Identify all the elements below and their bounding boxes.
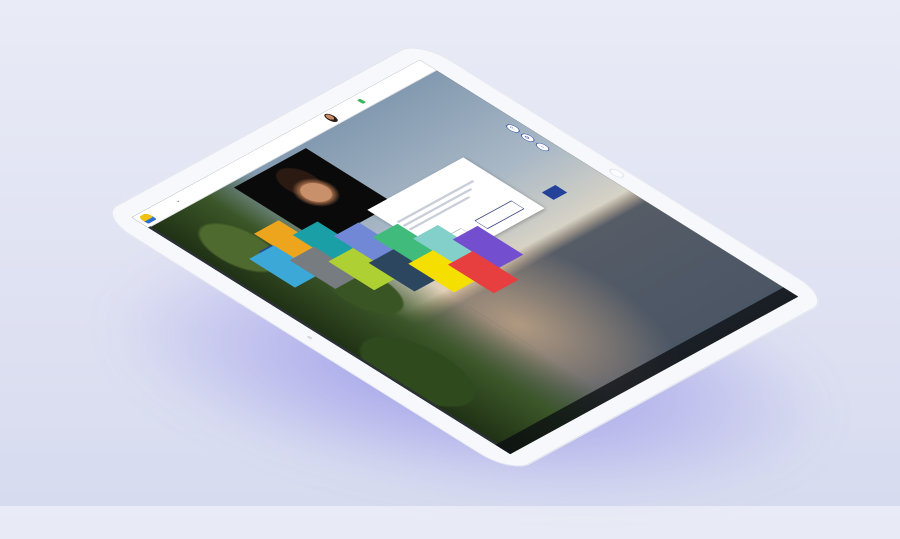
home-button[interactable] <box>606 167 627 180</box>
front-camera <box>306 335 314 340</box>
avatar <box>321 112 341 124</box>
text-line <box>402 188 473 227</box>
chevron-down-icon[interactable]: ⌄ <box>172 197 183 204</box>
status-badge <box>356 98 367 104</box>
tablet-screen: ⌄ ? ⚙ i <box>131 59 799 455</box>
tablet-device: ⌄ ? ⚙ i <box>98 40 833 474</box>
app-logo[interactable] <box>137 212 158 224</box>
scene: ⌄ ? ⚙ i <box>0 0 900 506</box>
